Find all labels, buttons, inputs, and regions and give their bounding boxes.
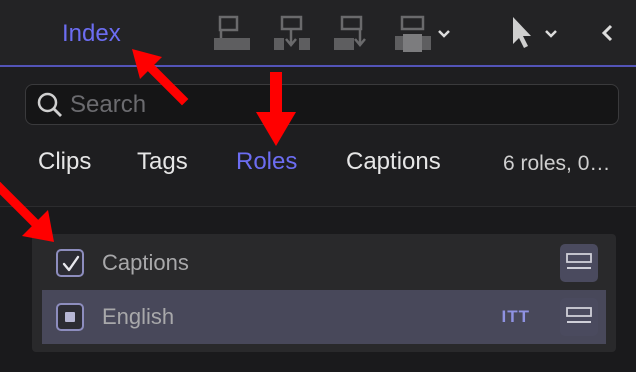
index-panel: Index Search Clips Tags Roles Captions 6… xyxy=(0,0,636,372)
search-field[interactable] xyxy=(25,84,619,125)
roles-count-status: 6 roles, 0… xyxy=(503,152,611,175)
role-row-english[interactable]: English ITT xyxy=(42,290,606,344)
tab-tags[interactable]: Tags xyxy=(137,148,188,176)
caption-format-badge: ITT xyxy=(501,307,530,326)
tab-roles[interactable]: Roles xyxy=(236,148,297,176)
insert-clip-icon[interactable] xyxy=(273,14,311,54)
role-label: English xyxy=(102,304,175,329)
roles-list: Captions English ITT xyxy=(32,234,616,352)
role-checkbox-captions[interactable] xyxy=(56,249,84,277)
lane-toggle-button[interactable] xyxy=(560,244,598,282)
toolbar-divider xyxy=(0,65,636,67)
lane-icon xyxy=(566,253,592,269)
mixed-state-icon xyxy=(65,312,75,322)
index-button[interactable]: Index xyxy=(62,20,121,48)
search-input[interactable] xyxy=(70,90,590,119)
role-row-captions[interactable]: Captions xyxy=(42,236,606,290)
select-tool-icon[interactable] xyxy=(508,14,564,54)
lane-icon xyxy=(566,307,592,323)
role-label: Captions xyxy=(102,250,189,275)
overwrite-clip-icon[interactable] xyxy=(394,14,454,54)
role-checkbox-english[interactable] xyxy=(56,303,84,331)
checkmark-icon xyxy=(62,255,80,272)
lane-toggle-button[interactable] xyxy=(560,298,598,336)
search-icon xyxy=(37,92,62,117)
back-icon[interactable] xyxy=(598,14,618,54)
connect-clip-icon[interactable] xyxy=(213,14,251,54)
tab-captions[interactable]: Captions xyxy=(346,148,441,176)
append-clip-icon[interactable] xyxy=(333,14,371,54)
tab-clips[interactable]: Clips xyxy=(38,148,91,176)
toolbar: Index xyxy=(0,0,636,65)
